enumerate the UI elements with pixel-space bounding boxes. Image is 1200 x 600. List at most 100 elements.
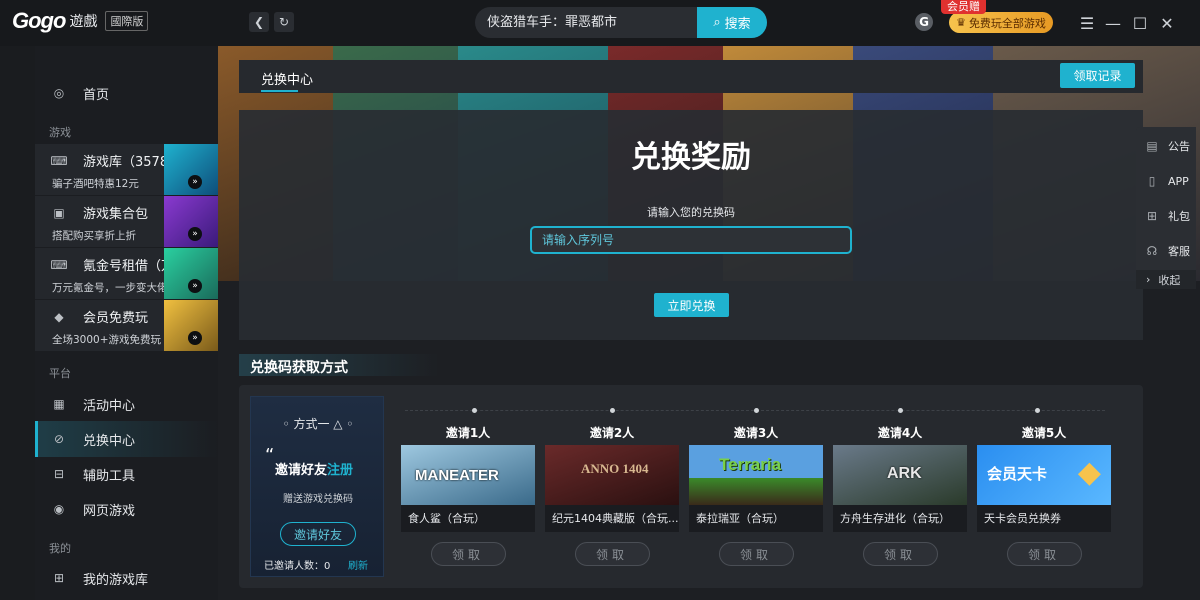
- close-button[interactable]: ✕: [1157, 13, 1177, 33]
- menu-button[interactable]: ☰: [1077, 13, 1097, 33]
- progress-dot: [472, 408, 477, 413]
- chevron-left-icon: ❮: [253, 15, 265, 29]
- menu-icon: ☰: [1079, 13, 1095, 33]
- sidebar-item-label: 网页游戏: [83, 503, 136, 519]
- crown-icon: ♛: [956, 16, 966, 29]
- double-chevron-icon: »: [188, 279, 202, 293]
- sidebar-item-title: 会员免费玩: [83, 311, 149, 326]
- redeem-icon: ⊘: [53, 432, 65, 446]
- float-collapse-label: 收起: [1158, 273, 1181, 287]
- maximize-button[interactable]: ☐: [1130, 13, 1150, 33]
- top-bar: Gogo 遊戲 國際版 ❮ ↻ 侠盗猎车手：罪恶都市 ⌕ 搜索 G ♛ 免费玩全…: [0, 0, 1200, 46]
- invited-count: 已邀请人数：0: [264, 561, 331, 572]
- reward-name: 纪元1404典藏版（合玩...: [545, 505, 679, 532]
- invite-friends-button[interactable]: 邀请好友: [280, 522, 356, 546]
- gift-icon: ⊞: [1146, 209, 1158, 223]
- sidebar-item-game-bundle[interactable]: ▣ 游戏集合包 搭配购买享折上折 »: [35, 196, 218, 247]
- tab-active-indicator: [261, 90, 298, 92]
- method-card-head: ◦ 方式一 △ ◦: [282, 417, 354, 431]
- refresh-button[interactable]: ↻: [274, 12, 294, 32]
- notice-icon: ▤: [1146, 139, 1158, 153]
- float-item-support[interactable]: ☊ 客服: [1136, 234, 1196, 268]
- float-item-label: 客服: [1168, 245, 1190, 258]
- float-item-label: 礼包: [1168, 210, 1190, 223]
- float-item-app[interactable]: ▯ APP: [1136, 164, 1196, 198]
- reward-name: 方舟生存进化（合玩）: [833, 505, 967, 532]
- redeem-panel: 兑换奖励 请输入您的兑换码 请输入序列号 立即兑换: [239, 110, 1143, 340]
- reward-tier: 邀请5人: [1021, 426, 1067, 440]
- search-button[interactable]: ⌕ 搜索: [697, 7, 767, 38]
- double-chevron-icon: »: [188, 175, 202, 189]
- minimize-button[interactable]: —: [1103, 13, 1123, 33]
- serial-code-input[interactable]: 请输入序列号: [530, 226, 852, 254]
- reward-item: 邀请1人 MANEATER 食人鲨（合玩） 领取: [401, 424, 535, 566]
- quote-icon: “: [265, 445, 275, 466]
- sidebar-item-account-rental[interactable]: ⌨ 氪金号租借（万元号） 万元氪金号，一步变大佬 »: [35, 248, 218, 299]
- chevron-right-icon: ›: [1146, 273, 1151, 286]
- sidebar-item-web-games[interactable]: ◉ 网页游戏: [35, 491, 218, 527]
- gamepad-icon: ⌨: [50, 257, 68, 272]
- reward-image: 会员天卡 ◆: [977, 445, 1111, 505]
- claim-button[interactable]: 领取: [574, 542, 650, 566]
- claim-button[interactable]: 领取: [718, 542, 794, 566]
- search-button-label: 搜索: [724, 17, 751, 32]
- vip-gift-tag: 会员赠: [941, 0, 986, 14]
- sidebar-item-tools[interactable]: ⊟ 辅助工具: [35, 456, 218, 492]
- account-avatar[interactable]: G: [915, 13, 933, 31]
- gamepad-icon: ⌨: [50, 153, 68, 168]
- search-bar: 侠盗猎车手：罪恶都市 ⌕ 搜索: [475, 7, 767, 38]
- claim-button[interactable]: 领取: [862, 542, 938, 566]
- refresh-link[interactable]: 刷新: [348, 557, 368, 572]
- reward-tier: 邀请1人: [445, 426, 491, 440]
- float-item-gift[interactable]: ⊞ 礼包: [1136, 199, 1196, 233]
- float-collapse-button[interactable]: › 收起: [1136, 270, 1196, 289]
- double-chevron-icon: »: [188, 331, 202, 345]
- reward-tier: 邀请3人: [733, 426, 779, 440]
- search-input[interactable]: 侠盗猎车手：罪恶都市: [475, 7, 697, 38]
- back-button[interactable]: ❮: [249, 12, 269, 32]
- sidebar-item-title: 游戏集合包: [83, 207, 149, 222]
- redeem-title: 兑换奖励: [631, 140, 751, 175]
- sidebar-group-mine: 我的: [49, 542, 71, 555]
- sidebar-item-game-library[interactable]: ⌨ 游戏库（3578款） 骗子酒吧特惠12元 »: [35, 144, 218, 195]
- redeem-code-label: 请输入您的兑换码: [647, 206, 735, 219]
- reward-name: 食人鲨（合玩）: [401, 505, 535, 532]
- reward-art-text: MANEATER: [415, 467, 499, 484]
- logo-sub: 遊戲: [69, 14, 98, 30]
- sidebar-item-label: 辅助工具: [83, 468, 136, 484]
- method-card-main: 邀请好友注册: [275, 459, 353, 478]
- vip-free-play-button[interactable]: ♛ 免费玩全部游戏: [949, 12, 1053, 33]
- sidebar-item-events[interactable]: ▦ 活动中心: [35, 386, 218, 422]
- claim-record-button[interactable]: 领取记录: [1060, 63, 1135, 88]
- sidebar-item-redeem-center[interactable]: ⊘ 兑换中心: [35, 421, 218, 457]
- double-chevron-icon: »: [188, 227, 202, 241]
- reward-art-text: 会员天卡: [987, 465, 1048, 483]
- bundle-icon: ▣: [53, 205, 65, 220]
- close-icon: ✕: [1160, 13, 1174, 33]
- search-icon: ⌕: [713, 15, 721, 30]
- maximize-icon: ☐: [1132, 13, 1148, 33]
- claim-button[interactable]: 领取: [1006, 542, 1082, 566]
- tab-redeem-center[interactable]: 兑换中心: [261, 69, 313, 88]
- sidebar-group-games: 游戏: [49, 126, 71, 139]
- phone-icon: ▯: [1148, 174, 1156, 188]
- reward-item: 邀请4人 ARK 方舟生存进化（合玩） 领取: [833, 424, 967, 566]
- reward-art-text: ANNO 1404: [581, 461, 649, 476]
- home-icon: ◎: [53, 86, 65, 100]
- app-logo[interactable]: Gogo 遊戲 國際版: [12, 8, 149, 34]
- claim-button[interactable]: 领取: [430, 542, 506, 566]
- float-item-notice[interactable]: ▤ 公告: [1136, 129, 1196, 163]
- sidebar-group-platform: 平台: [49, 367, 71, 380]
- sidebar-item-my-library[interactable]: ⊞ 我的游戏库: [35, 560, 218, 596]
- reward-image: ANNO 1404: [545, 445, 679, 505]
- sidebar-item-vip-free[interactable]: ◆ 会员免费玩 全场3000+游戏免费玩 »: [35, 300, 218, 351]
- progress-dot: [610, 408, 615, 413]
- redeem-now-button[interactable]: 立即兑换: [654, 293, 729, 317]
- method-main-highlight: 注册: [327, 463, 354, 478]
- sidebar-item-home[interactable]: ◎ 首页: [35, 75, 218, 111]
- reward-item: 邀请3人 Terraria 泰拉瑞亚（合玩） 领取: [689, 424, 823, 566]
- progress-dot: [1035, 408, 1040, 413]
- reward-name: 天卡会员兑换券: [977, 505, 1111, 532]
- reward-art-text: Terraria: [719, 455, 782, 474]
- sidebar: ◎ 首页 游戏 ⌨ 游戏库（3578款） 骗子酒吧特惠12元 » ▣ 游戏集合包 搭…: [35, 46, 218, 600]
